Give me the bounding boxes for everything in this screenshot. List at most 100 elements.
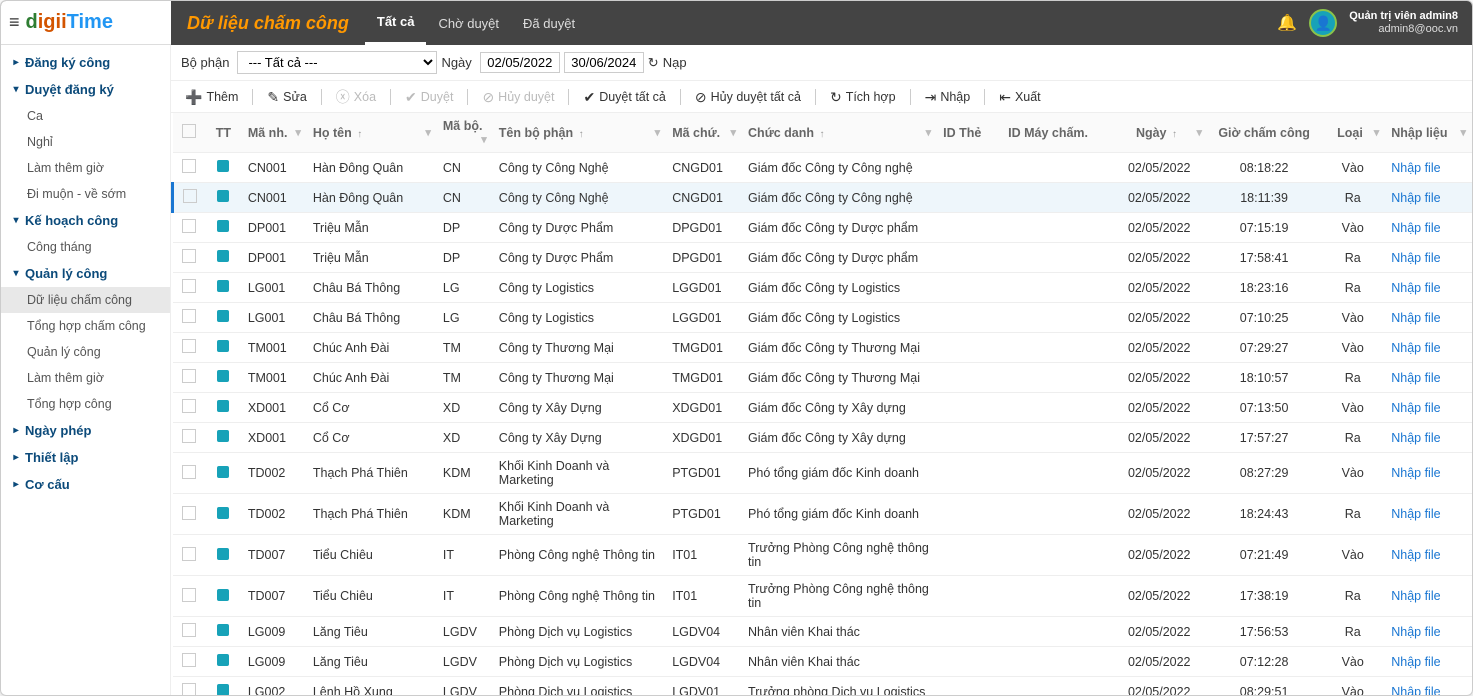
col-input[interactable]: Nhập liệu▾ — [1385, 113, 1472, 153]
col-card-id[interactable]: ID Thẻ — [937, 113, 1002, 153]
table-row[interactable]: LG009Lăng TiêuLGDVPhòng Dịch vụ Logistic… — [173, 617, 1473, 647]
row-checkbox[interactable] — [182, 399, 196, 413]
import-button[interactable]: ⇥Nhập — [921, 90, 975, 104]
filter-icon[interactable]: ▾ — [481, 133, 487, 146]
sort-icon[interactable]: ↑ — [820, 129, 825, 140]
table-row[interactable]: LG001Châu Bá ThôngLGCông ty LogisticsLGG… — [173, 303, 1473, 333]
table-row[interactable]: XD001Cổ CơXDCông ty Xây DựngXDGD01Giám đ… — [173, 423, 1473, 453]
sidebar-item[interactable]: Làm thêm giờ — [1, 155, 170, 181]
input-link[interactable]: Nhập file — [1391, 371, 1440, 385]
input-link[interactable]: Nhập file — [1391, 401, 1440, 415]
filter-icon[interactable]: ▾ — [731, 126, 737, 139]
input-link[interactable]: Nhập file — [1391, 466, 1440, 480]
row-checkbox[interactable] — [182, 623, 196, 637]
table-row[interactable]: TD007Tiểu ChiêuITPhòng Công nghệ Thông t… — [173, 535, 1473, 576]
input-link[interactable]: Nhập file — [1391, 655, 1440, 669]
sort-icon[interactable]: ↑ — [357, 129, 362, 140]
table-row[interactable]: TD002Thạch Phá ThiênKDMKhối Kinh Doanh v… — [173, 494, 1473, 535]
sort-icon[interactable]: ↑ — [579, 129, 584, 140]
row-checkbox[interactable] — [182, 588, 196, 602]
table-row[interactable]: LG001Châu Bá ThôngLGCông ty LogisticsLGG… — [173, 273, 1473, 303]
approve-button[interactable]: ✔Duyệt — [401, 90, 457, 104]
row-checkbox[interactable] — [182, 369, 196, 383]
table-row[interactable]: DP001Triệu MẫnDPCông ty Dược PhẩmDPGD01G… — [173, 243, 1473, 273]
input-link[interactable]: Nhập file — [1391, 191, 1440, 205]
sidebar-group[interactable]: ▸Ngày phép — [1, 417, 170, 444]
col-pos-code[interactable]: Mã chứ.▾ — [666, 113, 742, 153]
table-row[interactable]: TD002Thạch Phá ThiênKDMKhối Kinh Doanh v… — [173, 453, 1473, 494]
header-tab[interactable]: Tất cả — [365, 1, 427, 45]
input-link[interactable]: Nhập file — [1391, 161, 1440, 175]
sidebar-group[interactable]: ▾Kế hoạch công — [1, 207, 170, 234]
table-row[interactable]: TM001Chúc Anh ĐàiTMCông ty Thương MạiTMG… — [173, 363, 1473, 393]
sidebar-item[interactable]: Ca — [1, 103, 170, 129]
filter-icon[interactable]: ▾ — [1196, 126, 1202, 139]
table-row[interactable]: CN001Hàn Đông QuânCNCông ty Công NghệCNG… — [173, 153, 1473, 183]
date-to-input[interactable] — [564, 52, 644, 73]
table-row[interactable]: CN001Hàn Đông QuânCNCông ty Công NghệCNG… — [173, 183, 1473, 213]
reload-button[interactable]: ↻ Nạp — [648, 55, 687, 71]
input-link[interactable]: Nhập file — [1391, 251, 1440, 265]
sort-icon[interactable]: ↑ — [1172, 129, 1177, 140]
table-row[interactable]: LG002Lệnh Hồ XungLGDVPhòng Dịch vụ Logis… — [173, 677, 1473, 696]
sidebar-item[interactable]: Đi muộn - về sớm — [1, 181, 170, 207]
input-link[interactable]: Nhập file — [1391, 221, 1440, 235]
table-row[interactable]: TD007Tiểu ChiêuITPhòng Công nghệ Thông t… — [173, 576, 1473, 617]
row-checkbox[interactable] — [182, 465, 196, 479]
unapprove-all-button[interactable]: ⊘Hủy duyệt tất cả — [691, 90, 805, 104]
sidebar-group[interactable]: ▸Đăng ký công — [1, 49, 170, 76]
approve-all-button[interactable]: ✔Duyệt tất cả — [579, 90, 669, 104]
user-block[interactable]: Quản trị viên admin8 admin8@ooc.vn — [1349, 10, 1458, 36]
row-checkbox[interactable] — [182, 279, 196, 293]
row-checkbox[interactable] — [182, 683, 196, 695]
table-row[interactable]: DP001Triệu MẫnDPCông ty Dược PhẩmDPGD01G… — [173, 213, 1473, 243]
sidebar-group[interactable]: ▸Cơ cấu — [1, 471, 170, 498]
row-checkbox[interactable] — [182, 309, 196, 323]
table-row[interactable]: XD001Cổ CơXDCông ty Xây DựngXDGD01Giám đ… — [173, 393, 1473, 423]
input-link[interactable]: Nhập file — [1391, 507, 1440, 521]
row-checkbox[interactable] — [182, 339, 196, 353]
add-button[interactable]: ➕Thêm — [181, 90, 242, 104]
sidebar-item[interactable]: Công tháng — [1, 234, 170, 260]
filter-icon[interactable]: ▾ — [295, 126, 301, 139]
col-dept[interactable]: Tên bộ phận ↑▾ — [493, 113, 666, 153]
sidebar-item[interactable]: Tổng hợp chấm công — [1, 313, 170, 339]
row-checkbox[interactable] — [182, 547, 196, 561]
sidebar-item[interactable]: Làm thêm giờ — [1, 365, 170, 391]
filter-icon[interactable]: ▾ — [425, 126, 431, 139]
edit-button[interactable]: ✎Sửa — [263, 90, 310, 104]
input-link[interactable]: Nhập file — [1391, 548, 1440, 562]
input-link[interactable]: Nhập file — [1391, 341, 1440, 355]
filter-icon[interactable]: ▾ — [926, 126, 932, 139]
col-machine[interactable]: ID Máy chấm. — [1002, 113, 1110, 153]
row-checkbox[interactable] — [182, 653, 196, 667]
col-tt[interactable]: TT — [205, 113, 242, 153]
input-link[interactable]: Nhập file — [1391, 625, 1440, 639]
input-link[interactable]: Nhập file — [1391, 685, 1440, 696]
delete-button[interactable]: ⓧXóa — [332, 90, 380, 104]
filter-icon[interactable]: ▾ — [655, 126, 661, 139]
col-date[interactable]: Ngày ↑▾ — [1110, 113, 1208, 153]
input-link[interactable]: Nhập file — [1391, 281, 1440, 295]
sidebar-item[interactable]: Tổng hợp công — [1, 391, 170, 417]
sidebar-group[interactable]: ▾Quản lý công — [1, 260, 170, 287]
input-link[interactable]: Nhập file — [1391, 311, 1440, 325]
filter-icon[interactable]: ▾ — [1460, 126, 1466, 139]
sidebar-group[interactable]: ▾Duyệt đăng ký — [1, 76, 170, 103]
filter-icon[interactable]: ▾ — [1374, 126, 1380, 139]
col-pos[interactable]: Chức danh ↑▾ — [742, 113, 937, 153]
col-type[interactable]: Loại▾ — [1320, 113, 1385, 153]
row-checkbox[interactable] — [182, 506, 196, 520]
input-link[interactable]: Nhập file — [1391, 589, 1440, 603]
date-from-input[interactable] — [480, 52, 560, 73]
row-checkbox[interactable] — [183, 189, 197, 203]
col-emp-code[interactable]: Mã nh.▾ — [242, 113, 307, 153]
unapprove-button[interactable]: ⊘Hủy duyệt — [478, 90, 558, 104]
col-name[interactable]: Họ tên ↑▾ — [307, 113, 437, 153]
sidebar-item[interactable]: Dữ liệu chấm công — [1, 287, 170, 313]
input-link[interactable]: Nhập file — [1391, 431, 1440, 445]
header-tab[interactable]: Đã duyệt — [511, 1, 587, 45]
row-checkbox[interactable] — [182, 249, 196, 263]
row-checkbox[interactable] — [182, 429, 196, 443]
select-all-checkbox[interactable] — [182, 124, 196, 138]
